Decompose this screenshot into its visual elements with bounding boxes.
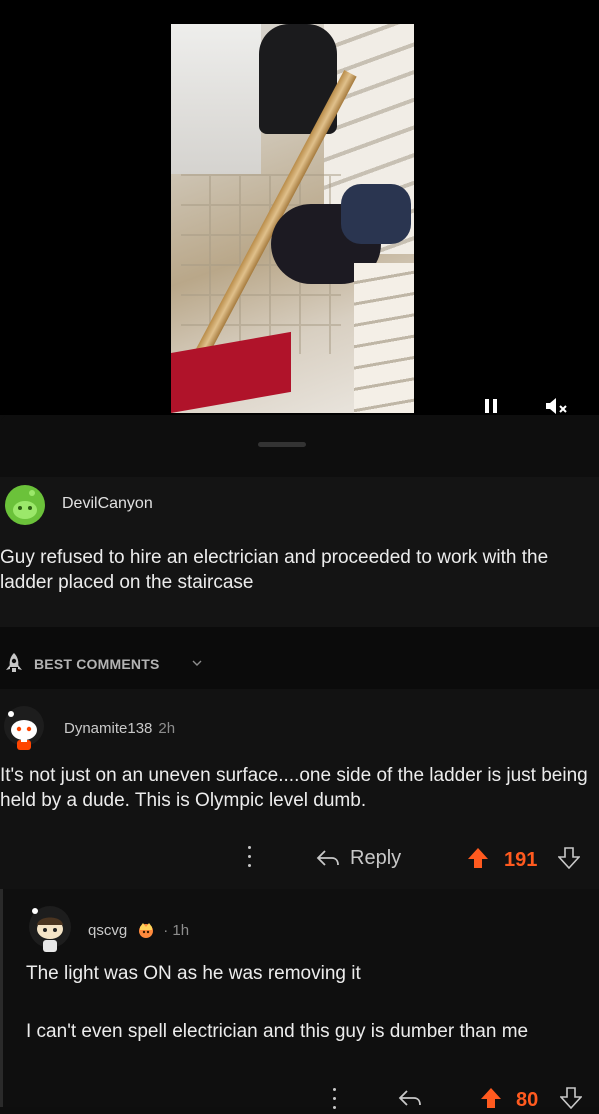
comment-time: · 1h bbox=[163, 921, 190, 939]
upvote-arrow-icon[interactable] bbox=[480, 1087, 502, 1109]
comment-sort[interactable]: BEST COMMENTS bbox=[0, 627, 599, 689]
comment-reply: qscvg · 1h The light was ON as he was re… bbox=[0, 889, 599, 1111]
downvote-arrow-icon[interactable] bbox=[560, 1087, 582, 1109]
post-header: DevilCanyon Guy refused to hire an elect… bbox=[0, 477, 599, 627]
sort-label[interactable]: BEST COMMENTS bbox=[34, 656, 160, 672]
comment-author[interactable]: Dynamite138 bbox=[64, 720, 152, 737]
post-title: Guy refused to hire an electrician and p… bbox=[0, 547, 549, 593]
snoo-avatar-icon[interactable] bbox=[26, 903, 74, 959]
chevron-down-icon[interactable] bbox=[192, 658, 202, 668]
video-frame[interactable] bbox=[171, 24, 414, 413]
comment-time: 2h bbox=[158, 720, 176, 737]
reply-arrow-icon bbox=[316, 850, 339, 866]
more-options-icon[interactable] bbox=[247, 846, 251, 868]
reply-button[interactable]: Reply bbox=[316, 844, 401, 872]
vote-count: 191 bbox=[504, 849, 538, 871]
speaker-muted-icon[interactable] bbox=[546, 397, 568, 415]
green-snoo-avatar-icon[interactable] bbox=[4, 484, 46, 526]
video-person-blue bbox=[341, 184, 411, 244]
snoo-avatar-icon[interactable] bbox=[2, 704, 46, 756]
downvote-arrow-icon[interactable] bbox=[558, 847, 580, 869]
comment-body-line: The light was ON as he was removing it bbox=[26, 963, 361, 984]
comment-author-line: Dynamite138 2h bbox=[64, 720, 175, 737]
vote-count: 80 bbox=[516, 1089, 539, 1111]
comment-actions: Reply 191 bbox=[0, 836, 599, 876]
pause-icon[interactable] bbox=[485, 399, 499, 413]
comment-author-line: qscvg · 1h bbox=[88, 921, 189, 939]
comments-sheet: DevilCanyon Guy refused to hire an elect… bbox=[0, 415, 599, 1111]
reply-label: Reply bbox=[350, 846, 402, 869]
upvote-arrow-icon[interactable] bbox=[467, 847, 489, 869]
reply-arrow-icon[interactable] bbox=[398, 1088, 422, 1108]
video-wall bbox=[171, 24, 261, 174]
sheet-drag-handle[interactable] bbox=[258, 442, 306, 447]
rocket-icon bbox=[6, 653, 22, 672]
comment-body: It's not just on an uneven surface....on… bbox=[0, 765, 588, 811]
comment-actions: 80 bbox=[0, 1084, 599, 1114]
video-stairs-lower bbox=[354, 263, 414, 413]
comment-body-line: I can't even spell electrician and this … bbox=[26, 1021, 529, 1042]
post-author[interactable]: DevilCanyon bbox=[62, 495, 153, 513]
crown-award-icon bbox=[139, 923, 154, 938]
thread-line[interactable] bbox=[0, 889, 3, 1107]
comment-author[interactable]: qscvg bbox=[88, 922, 127, 939]
comment: Dynamite138 2h It's not just on an uneven… bbox=[0, 689, 599, 889]
video-player[interactable] bbox=[0, 0, 599, 415]
